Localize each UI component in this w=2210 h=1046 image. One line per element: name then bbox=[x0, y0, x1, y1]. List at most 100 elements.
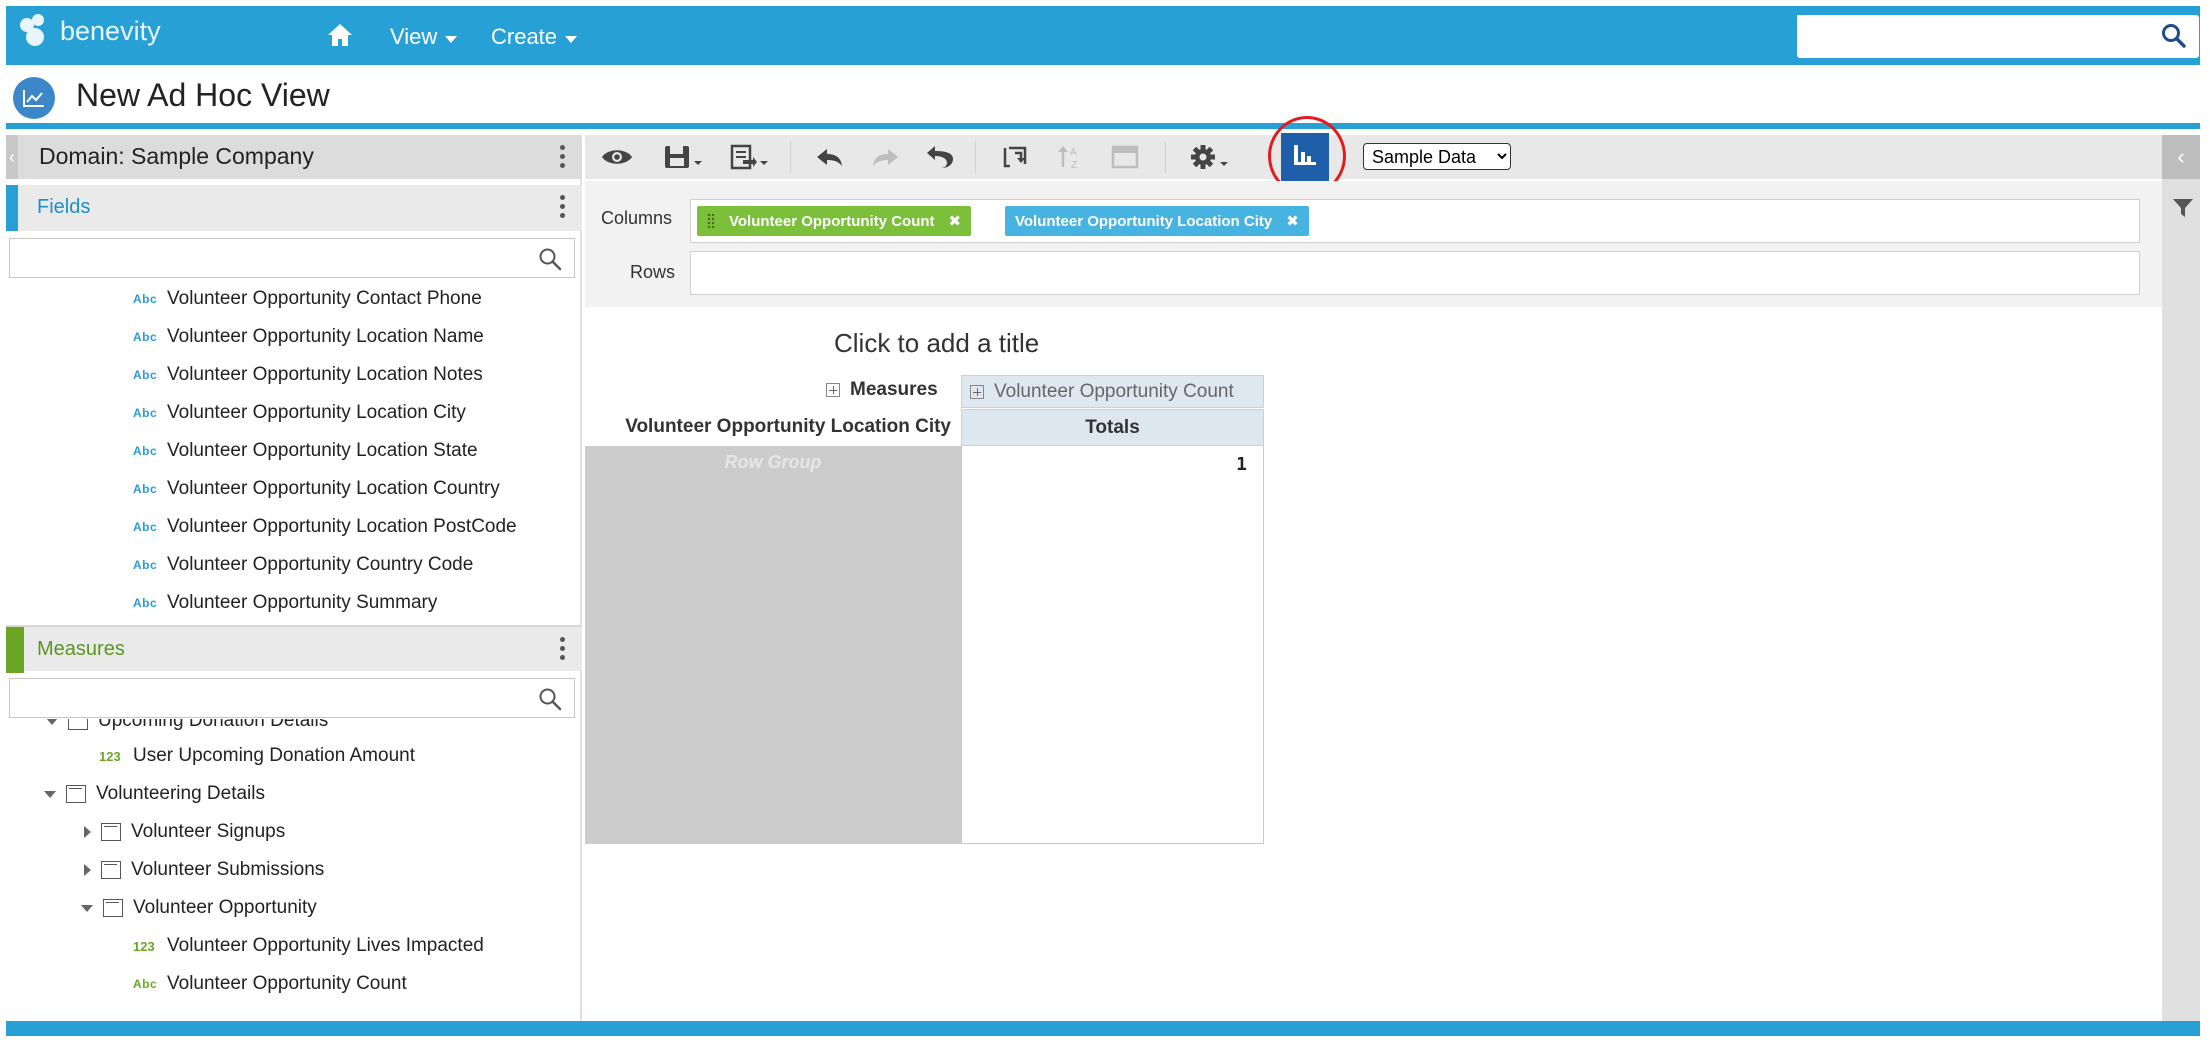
expand-icon[interactable] bbox=[826, 382, 840, 397]
home-icon[interactable] bbox=[326, 22, 354, 50]
rows-drop-zone[interactable] bbox=[690, 251, 2140, 295]
totals-values: 1 bbox=[961, 446, 1264, 844]
collapse-left-panel-icon[interactable]: ‹ bbox=[6, 135, 18, 179]
measure-item[interactable]: 123 User Upcoming Donation Amount bbox=[99, 740, 415, 772]
field-label: Volunteer Opportunity Location Notes bbox=[167, 364, 483, 385]
text-type-icon: Abc bbox=[133, 444, 158, 458]
measures-accent bbox=[6, 627, 24, 673]
global-search-input[interactable] bbox=[1797, 15, 2137, 56]
field-label: Volunteer Opportunity Location Country bbox=[167, 478, 500, 499]
measures-section-header[interactable]: Measures bbox=[6, 625, 582, 673]
chevron-down-icon bbox=[445, 35, 458, 43]
brand-logo[interactable]: benevity bbox=[18, 14, 161, 48]
measure-column-label: Volunteer Opportunity Count bbox=[994, 380, 1234, 402]
undo-all-icon[interactable] bbox=[920, 135, 960, 179]
tree-folder-label: Volunteer Submissions bbox=[131, 859, 325, 880]
data-mode-select[interactable]: Sample Data bbox=[1363, 143, 1511, 170]
nav-create-label: Create bbox=[491, 24, 558, 49]
chevron-down-icon[interactable] bbox=[81, 904, 93, 912]
svg-text:A: A bbox=[1070, 147, 1077, 158]
footer-bar bbox=[6, 1021, 2200, 1036]
folder-icon bbox=[68, 719, 88, 730]
measures-header[interactable]: Measures bbox=[826, 379, 938, 401]
text-type-icon: Abc bbox=[133, 596, 158, 610]
fields-menu-icon[interactable] bbox=[559, 195, 565, 218]
filter-icon[interactable] bbox=[2172, 197, 2194, 224]
field-item[interactable]: Abc Volunteer Opportunity Location State bbox=[133, 435, 478, 467]
field-item[interactable]: Abc Volunteer Opportunity Location Notes bbox=[133, 359, 483, 391]
nav-view-label: View bbox=[390, 24, 438, 49]
text-type-icon: Abc bbox=[133, 977, 158, 991]
tree-folder[interactable]: Volunteer Opportunity bbox=[81, 892, 317, 924]
measures-search-input[interactable] bbox=[10, 679, 530, 717]
text-type-icon: Abc bbox=[133, 406, 158, 420]
gear-icon[interactable] bbox=[1185, 135, 1235, 179]
field-label: Volunteer Opportunity Location PostCode bbox=[167, 516, 517, 537]
measure-column-header[interactable]: Volunteer Opportunity Count bbox=[961, 375, 1264, 408]
column-pill[interactable]: Volunteer Opportunity Count ✖ bbox=[697, 206, 972, 236]
sort-icon[interactable]: AZ bbox=[1050, 135, 1090, 179]
chevron-right-icon[interactable] bbox=[84, 864, 91, 876]
columns-drop-zone[interactable]: Volunteer Opportunity Count ✖ Volunteer … bbox=[690, 199, 2140, 243]
domain-menu-icon[interactable] bbox=[559, 145, 565, 168]
field-item[interactable]: Abc Volunteer Opportunity Location Name bbox=[133, 321, 484, 353]
folder-icon bbox=[101, 861, 121, 879]
measure-item[interactable]: Abc Volunteer Opportunity Count bbox=[133, 968, 407, 1000]
search-icon[interactable] bbox=[538, 687, 562, 716]
search-icon[interactable] bbox=[2161, 23, 2187, 54]
tree-folder-label: Volunteer Opportunity bbox=[133, 897, 317, 918]
nav-view-menu[interactable]: View bbox=[390, 24, 458, 50]
tree-folder[interactable]: Volunteering Details bbox=[44, 778, 265, 810]
field-label: Volunteer Opportunity Summary bbox=[167, 592, 438, 613]
columns-label: Columns bbox=[601, 208, 673, 228]
svg-text:Z: Z bbox=[1071, 160, 1077, 171]
tree-folder-label: Volunteering Details bbox=[96, 783, 265, 804]
nav-create-menu[interactable]: Create bbox=[491, 24, 578, 50]
column-pill[interactable]: Volunteer Opportunity Location City ✖ bbox=[1005, 206, 1309, 236]
expand-filters-icon[interactable]: ‹ bbox=[2162, 135, 2200, 179]
tree-folder[interactable]: Volunteer Signups bbox=[84, 816, 285, 848]
benevity-logo-icon bbox=[18, 14, 54, 48]
fields-accent bbox=[6, 185, 18, 231]
row-group-area[interactable]: Row Group bbox=[585, 446, 961, 844]
tree-folder[interactable]: Upcoming Donation Details bbox=[46, 719, 328, 733]
report-title-placeholder[interactable]: Click to add a title bbox=[834, 328, 1039, 359]
measure-label: Volunteer Opportunity Lives Impacted bbox=[167, 935, 484, 956]
close-icon[interactable]: ✖ bbox=[949, 212, 962, 230]
fields-section-header[interactable]: Fields bbox=[6, 185, 582, 231]
field-item[interactable]: Abc Volunteer Opportunity Location PostCo… bbox=[133, 511, 517, 543]
export-icon[interactable] bbox=[725, 135, 773, 179]
brand-name: benevity bbox=[60, 15, 161, 46]
tree-folder[interactable]: Volunteer Submissions bbox=[84, 854, 324, 886]
eye-icon[interactable] bbox=[597, 135, 637, 179]
field-item[interactable]: Abc Volunteer Opportunity Country Code bbox=[133, 549, 473, 581]
fields-search-input[interactable] bbox=[10, 239, 530, 277]
domain-label: Domain: Sample Company bbox=[39, 143, 314, 169]
folder-icon bbox=[103, 899, 123, 917]
undo-icon[interactable] bbox=[810, 135, 850, 179]
page-layout-icon[interactable] bbox=[1105, 135, 1145, 179]
field-item[interactable]: Abc Volunteer Opportunity Contact Phone bbox=[133, 283, 482, 315]
field-item[interactable]: Abc Volunteer Opportunity Location City bbox=[133, 397, 466, 429]
measure-item[interactable]: 123 Volunteer Opportunity Lives Impacted bbox=[133, 930, 484, 962]
row-dimension-header[interactable]: Volunteer Opportunity Location City bbox=[585, 409, 961, 446]
redo-icon[interactable] bbox=[865, 135, 905, 179]
field-item[interactable]: Abc Volunteer Opportunity Location Countr… bbox=[133, 473, 500, 505]
drag-handle-icon[interactable] bbox=[707, 213, 715, 229]
save-icon[interactable] bbox=[659, 135, 707, 179]
search-icon[interactable] bbox=[538, 247, 562, 276]
close-icon[interactable]: ✖ bbox=[1286, 212, 1299, 230]
field-label: Volunteer Opportunity Location State bbox=[167, 440, 478, 461]
chevron-down-icon bbox=[46, 719, 58, 725]
field-label: Volunteer Opportunity Location City bbox=[167, 402, 466, 423]
rows-label: Rows bbox=[630, 262, 676, 282]
chevron-right-icon[interactable] bbox=[84, 826, 91, 838]
fields-search bbox=[9, 238, 575, 278]
pivot-icon[interactable] bbox=[995, 135, 1035, 179]
chevron-down-icon[interactable] bbox=[44, 790, 56, 798]
tree-folder-label: Upcoming Donation Details bbox=[98, 719, 329, 731]
field-item[interactable]: Abc Volunteer Opportunity Summary bbox=[133, 587, 437, 619]
expand-icon[interactable] bbox=[970, 384, 984, 399]
app-window: benevity View Create New Ad Hoc View ‹ D… bbox=[0, 0, 2210, 1046]
measures-menu-icon[interactable] bbox=[559, 637, 565, 660]
